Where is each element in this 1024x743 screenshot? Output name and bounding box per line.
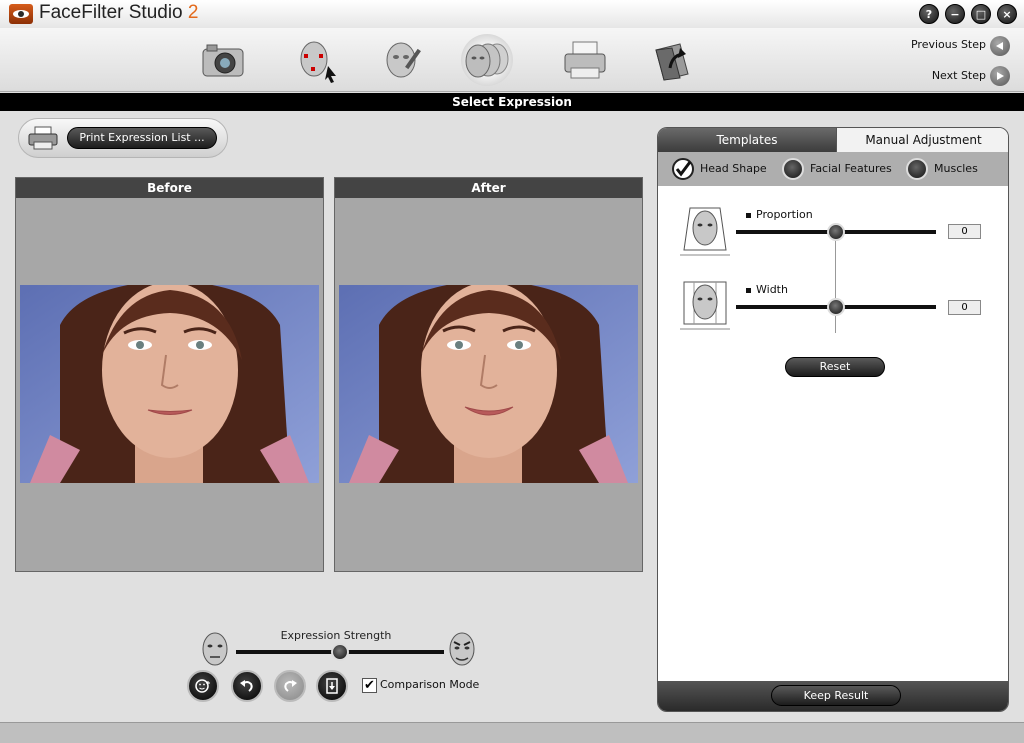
save-expression-icon[interactable] bbox=[316, 670, 348, 702]
adjustment-panel: Templates Manual Adjustment Head Shape F… bbox=[657, 127, 1009, 712]
close-icon[interactable]: × bbox=[997, 4, 1017, 24]
keep-result-button[interactable]: Keep Result bbox=[771, 685, 901, 706]
proportion-value[interactable]: 0 bbox=[948, 224, 981, 239]
adjustment-footer: Keep Result bbox=[658, 681, 1008, 711]
muscles-label[interactable]: Muscles bbox=[934, 162, 978, 175]
head-shape-label[interactable]: Head Shape bbox=[700, 162, 767, 175]
next-step-icon[interactable] bbox=[990, 66, 1010, 86]
add-face-icon[interactable] bbox=[187, 670, 219, 702]
expressions-icon[interactable] bbox=[461, 34, 513, 86]
app-title: FaceFilter Studio 2 bbox=[39, 2, 199, 23]
section-title: Select Expression bbox=[0, 93, 1024, 111]
status-bar bbox=[0, 722, 1024, 743]
comparison-mode-label: Comparison Mode bbox=[380, 678, 480, 691]
facial-features-radio[interactable] bbox=[782, 158, 804, 180]
title-bar: FaceFilter Studio 2 ? − □ × bbox=[0, 0, 1024, 28]
tab-templates[interactable]: Templates bbox=[658, 128, 836, 152]
tab-manual-adjustment[interactable]: Manual Adjustment bbox=[836, 128, 1008, 152]
head-shape-radio[interactable] bbox=[672, 158, 694, 180]
before-photo bbox=[20, 285, 319, 483]
adjustment-subtabs: Head Shape Facial Features Muscles bbox=[658, 152, 1008, 186]
before-title: Before bbox=[16, 178, 323, 198]
reset-button[interactable]: Reset bbox=[785, 357, 885, 377]
retouch-icon[interactable] bbox=[377, 34, 429, 86]
workflow-toolbar: Previous Step Next Step bbox=[0, 28, 1024, 92]
comparison-mode-checkbox[interactable]: ✔ bbox=[362, 678, 377, 693]
neutral-face-icon bbox=[199, 630, 231, 668]
print-list-group: Print Expression List ... bbox=[18, 118, 228, 158]
export-icon[interactable] bbox=[646, 34, 698, 86]
after-photo bbox=[339, 285, 638, 483]
width-value[interactable]: 0 bbox=[948, 300, 981, 315]
camera-icon[interactable] bbox=[197, 34, 249, 86]
width-face-icon bbox=[680, 280, 730, 330]
angry-face-icon bbox=[446, 630, 478, 668]
printer-small-icon bbox=[27, 125, 59, 151]
width-slider[interactable] bbox=[736, 298, 936, 316]
previous-step-link[interactable]: Previous Step bbox=[911, 38, 986, 51]
previous-step-icon[interactable] bbox=[990, 36, 1010, 56]
proportion-label: Proportion bbox=[746, 208, 813, 221]
facial-features-label[interactable]: Facial Features bbox=[810, 162, 892, 175]
undo-icon[interactable] bbox=[231, 670, 263, 702]
maximize-icon[interactable]: □ bbox=[971, 4, 991, 24]
width-handle[interactable] bbox=[827, 298, 845, 316]
proportion-handle[interactable] bbox=[827, 223, 845, 241]
after-title: After bbox=[335, 178, 642, 198]
expression-strength-handle[interactable] bbox=[331, 643, 349, 661]
proportion-face-icon bbox=[680, 206, 730, 256]
width-label: Width bbox=[746, 283, 788, 296]
proportion-slider[interactable] bbox=[736, 223, 936, 241]
face-points-icon[interactable] bbox=[290, 34, 342, 86]
redo-icon[interactable] bbox=[274, 670, 306, 702]
expression-strength-slider[interactable] bbox=[236, 643, 444, 661]
expression-strength-label: Expression Strength bbox=[280, 629, 392, 642]
help-icon[interactable]: ? bbox=[919, 4, 939, 24]
print-expression-list-button[interactable]: Print Expression List ... bbox=[67, 127, 217, 149]
muscles-radio[interactable] bbox=[906, 158, 928, 180]
next-step-link[interactable]: Next Step bbox=[932, 69, 986, 82]
before-panel: Before bbox=[15, 177, 324, 572]
app-eye-icon bbox=[9, 4, 33, 24]
minimize-icon[interactable]: − bbox=[945, 4, 965, 24]
after-panel: After bbox=[334, 177, 643, 572]
printer-icon[interactable] bbox=[559, 34, 611, 86]
